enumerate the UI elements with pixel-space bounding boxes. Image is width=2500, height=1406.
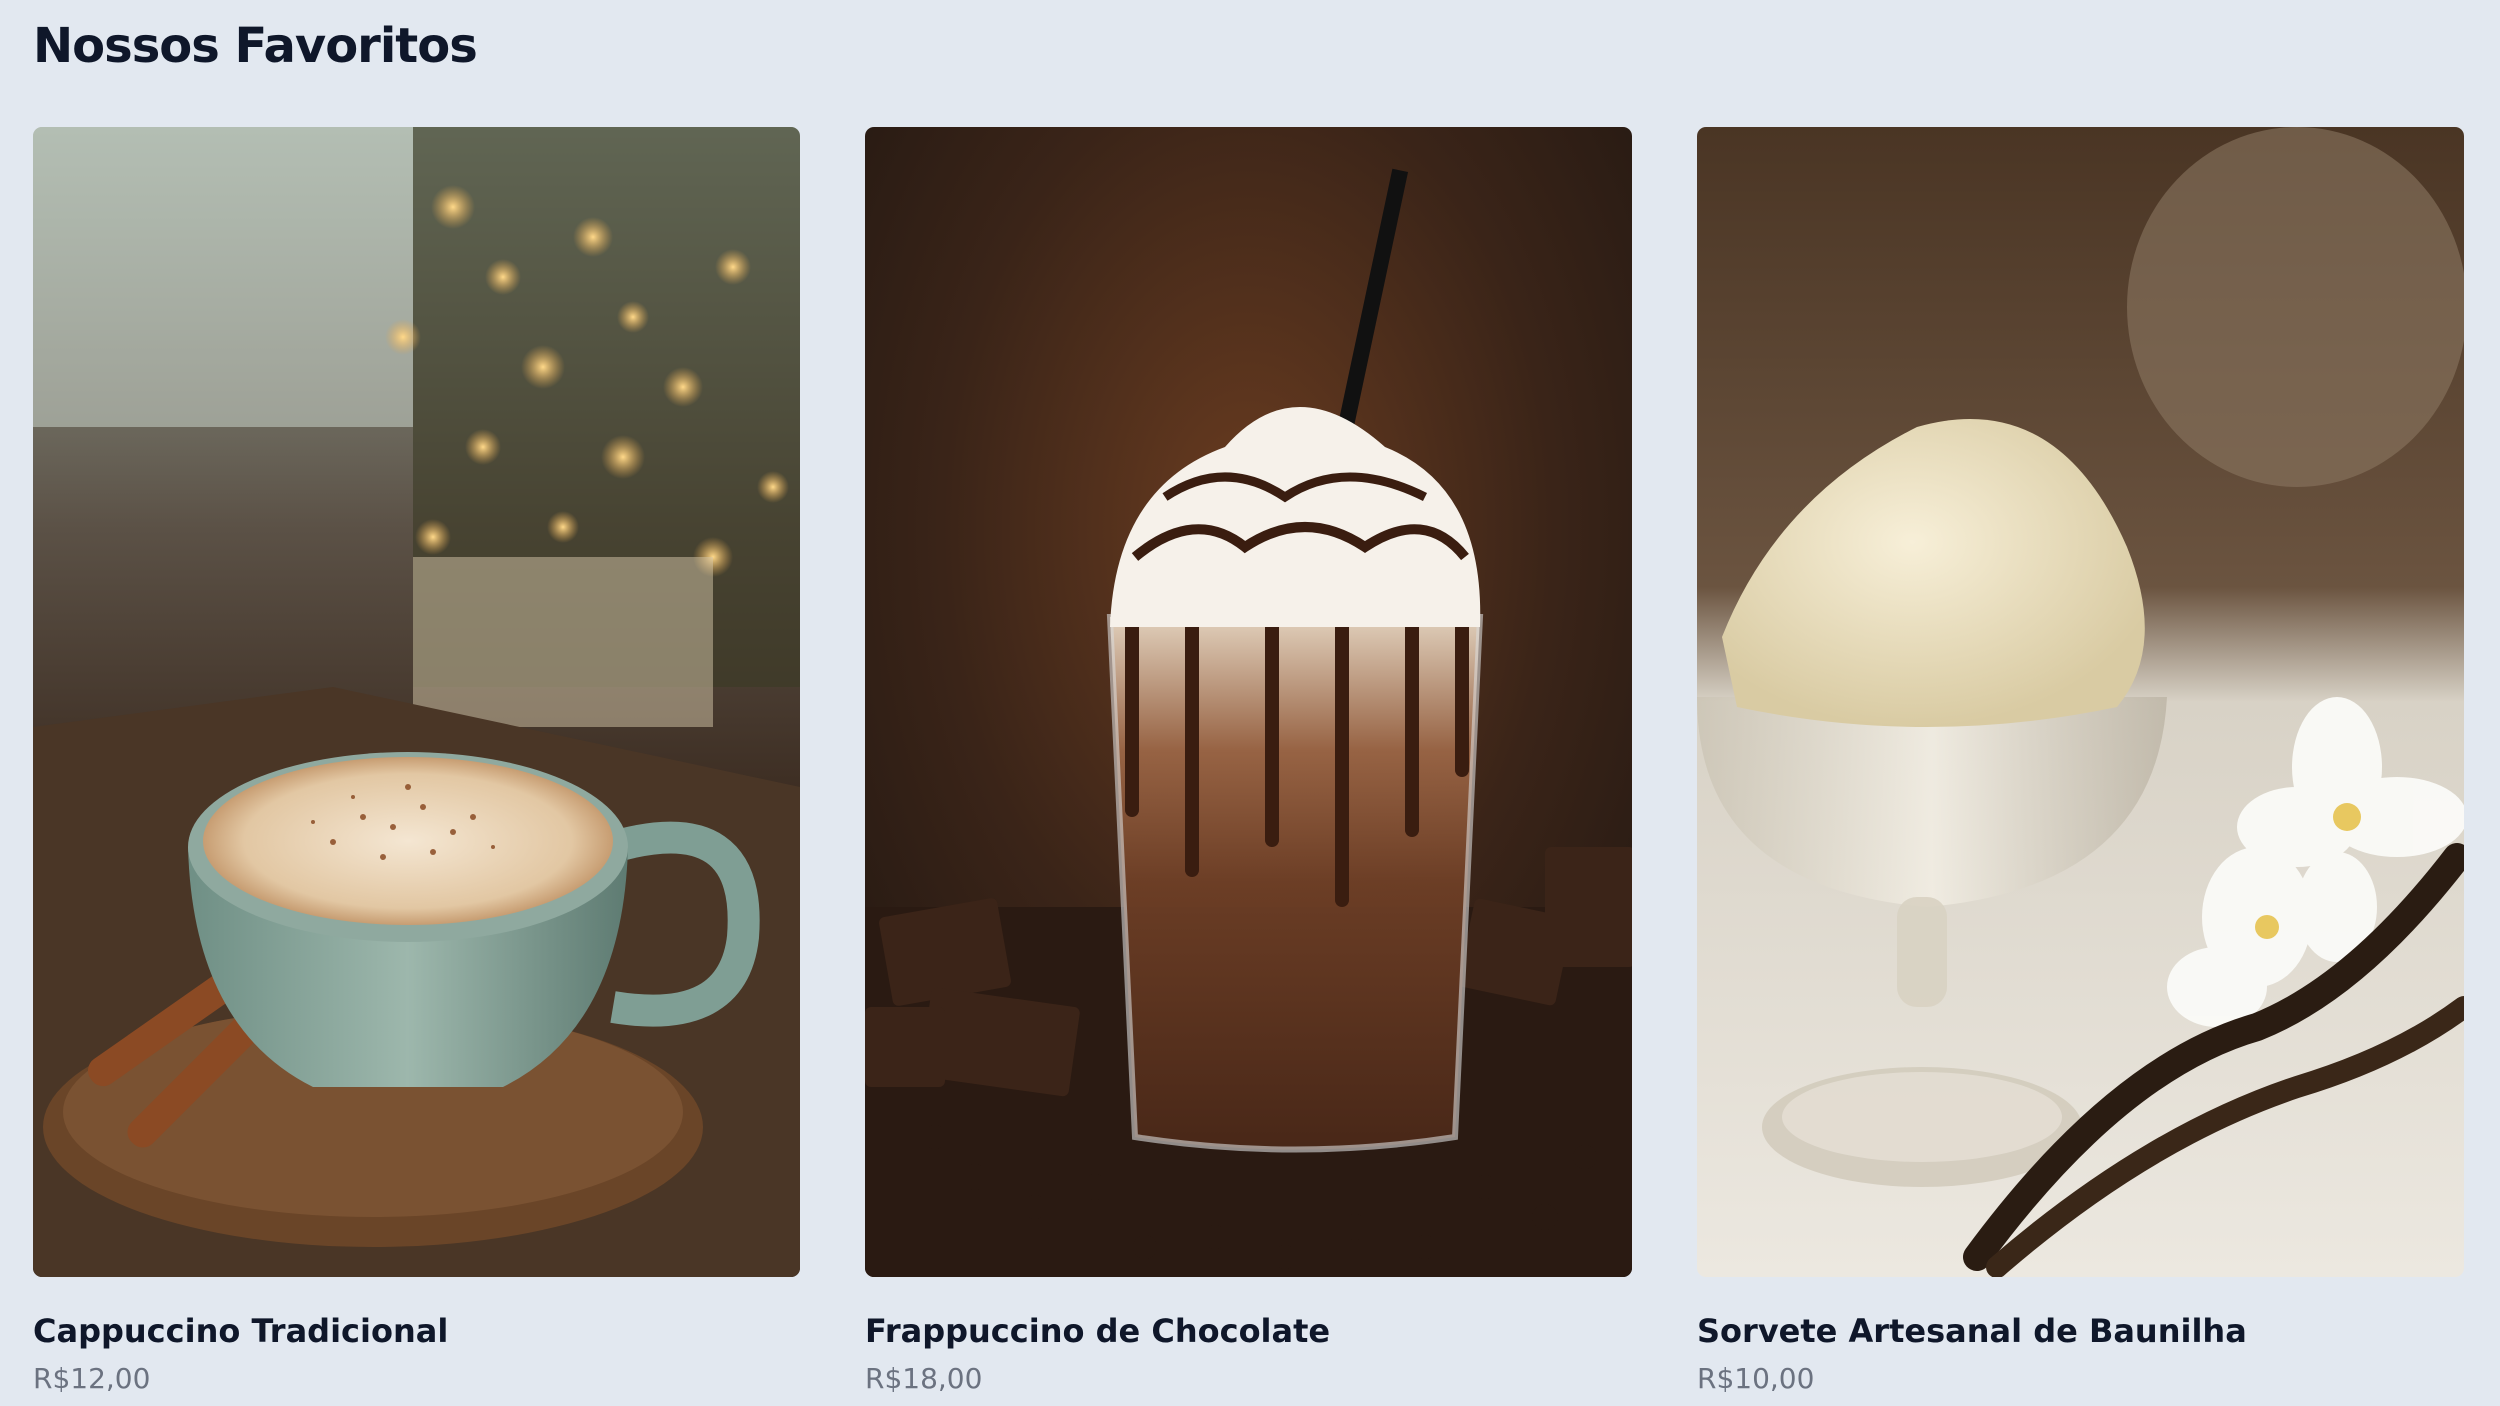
product-price: R$18,00 (865, 1362, 983, 1395)
frappuccino-illustration (865, 127, 1632, 1277)
product-price: R$12,00 (33, 1362, 151, 1395)
product-name[interactable]: Sorvete Artesanal de Baunilha (1697, 1310, 2464, 1352)
product-card-frappuccino[interactable]: Frappuccino de Chocolate R$18,00 (865, 127, 1632, 1398)
chocolate-frappuccino-photo[interactable] (865, 127, 1632, 1277)
ice-cream-illustration (1697, 127, 2464, 1277)
product-name[interactable]: Frappuccino de Chocolate (865, 1310, 1632, 1352)
product-price: R$10,00 (1697, 1362, 1815, 1395)
product-name[interactable]: Cappuccino Tradicional (33, 1310, 800, 1352)
vanilla-ice-cream-photo[interactable] (1697, 127, 2464, 1277)
cappuccino-illustration (33, 127, 800, 1277)
favorites-page: Nossos Favoritos Cappuccino Tradicional … (0, 0, 2500, 1406)
product-card-vanilla-ice-cream[interactable]: Sorvete Artesanal de Baunilha R$10,00 (1697, 127, 2464, 1398)
section-title: Nossos Favoritos (33, 18, 478, 74)
product-card-cappuccino[interactable]: Cappuccino Tradicional R$12,00 (33, 127, 800, 1398)
product-grid: Cappuccino Tradicional R$12,00 Frappucci… (33, 127, 2467, 1398)
cappuccino-photo[interactable] (33, 127, 800, 1277)
